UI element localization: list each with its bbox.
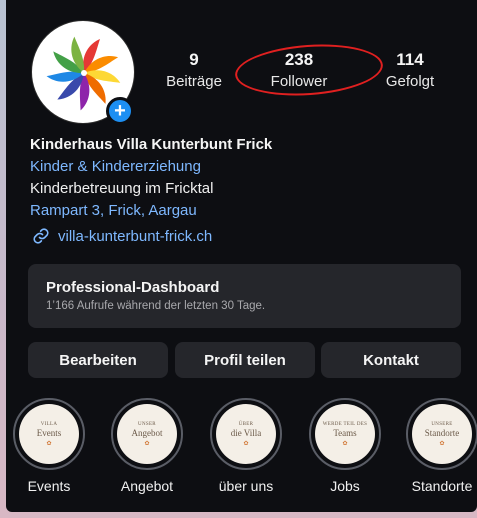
pinwheel-mini-icon: ✿ (439, 440, 445, 447)
dashboard-title: Professional-Dashboard (46, 279, 220, 296)
profile-category[interactable]: Kinder & Kindererziehung (30, 158, 460, 175)
highlight-cover-big: die Villa (230, 427, 262, 438)
highlight-caption: Events (27, 478, 71, 494)
highlight-ring: Werde Teil des Teams ✿ (309, 398, 381, 470)
highlight-ring: Unsere Standorte ✿ (406, 398, 477, 470)
profile-address[interactable]: Rampart 3, Frick, Aargau (30, 202, 460, 219)
highlight-angebot[interactable]: Unser Angebot ✿ Angebot (108, 398, 186, 494)
posts-count: 9 (189, 50, 199, 69)
highlight-cover-small: Unser (138, 421, 156, 427)
highlight-caption: über uns (218, 478, 274, 494)
following-stat[interactable]: 114 Gefolgt (370, 50, 450, 90)
website-link[interactable]: villa-kunterbunt-frick.ch (32, 227, 212, 245)
pinwheel-mini-icon: ✿ (342, 440, 348, 447)
profile-description: Kinderbetreuung im Fricktal (30, 180, 214, 197)
highlight-events[interactable]: Villa Events ✿ Events (10, 398, 88, 494)
pinwheel-mini-icon: ✿ (243, 440, 249, 447)
highlight-cover-small: Villa (40, 421, 58, 427)
highlight-cover: Über die Villa ✿ (216, 404, 276, 464)
profile-screen: + 9 Beiträge 238 Follower 114 Gefolgt Ki… (6, 0, 477, 512)
dashboard-subtitle: 1’166 Aufrufe während der letzten 30 Tag… (46, 300, 266, 312)
highlight-cover: Villa Events ✿ (19, 404, 79, 464)
highlight-caption: Jobs (330, 478, 360, 494)
posts-stat[interactable]: 9 Beiträge (154, 50, 234, 90)
pinwheel-mini-icon: ✿ (144, 440, 150, 447)
highlight-ring: Villa Events ✿ (13, 398, 85, 470)
highlight-ueber-uns[interactable]: Über die Villa ✿ über uns (207, 398, 285, 494)
contact-button[interactable]: Kontakt (321, 342, 461, 378)
edit-profile-button[interactable]: Bearbeiten (28, 342, 168, 378)
highlight-caption: Standorte (411, 478, 473, 494)
highlight-ring: Über die Villa ✿ (210, 398, 282, 470)
add-story-plus-icon[interactable]: + (106, 97, 134, 125)
highlight-cover: Werde Teil des Teams ✿ (315, 404, 375, 464)
link-icon (33, 228, 49, 244)
website-url[interactable]: villa-kunterbunt-frick.ch (58, 228, 212, 245)
profile-bio: Kinderhaus Villa Kunterbunt Frick Kinder… (30, 136, 460, 219)
pinwheel-mini-icon: ✿ (46, 440, 52, 447)
highlight-cover-small: Werde Teil des (322, 421, 368, 427)
red-annotation-ellipse (233, 39, 385, 101)
posts-label: Beiträge (166, 73, 222, 90)
highlight-standorte[interactable]: Unsere Standorte ✿ Standorte (403, 398, 477, 494)
share-profile-button[interactable]: Profil teilen (175, 342, 315, 378)
following-label: Gefolgt (385, 73, 435, 90)
professional-dashboard-card[interactable]: Professional-Dashboard 1’166 Aufrufe wäh… (28, 264, 461, 328)
highlight-cover-big: Events (36, 427, 62, 438)
highlight-cover-big: Angebot (131, 427, 163, 438)
highlight-cover: Unsere Standorte ✿ (412, 404, 472, 464)
highlight-ring: Unser Angebot ✿ (111, 398, 183, 470)
highlight-cover-big: Standorte (424, 427, 460, 438)
highlight-cover-big: Teams (333, 427, 357, 438)
highlight-cover: Unser Angebot ✿ (117, 404, 177, 464)
profile-name: Kinderhaus Villa Kunterbunt Frick (30, 136, 273, 153)
highlight-caption: Angebot (120, 478, 174, 494)
highlight-cover-small: Unsere (431, 421, 453, 427)
highlight-jobs[interactable]: Werde Teil des Teams ✿ Jobs (306, 398, 384, 494)
highlight-cover-small: Über (238, 421, 254, 427)
